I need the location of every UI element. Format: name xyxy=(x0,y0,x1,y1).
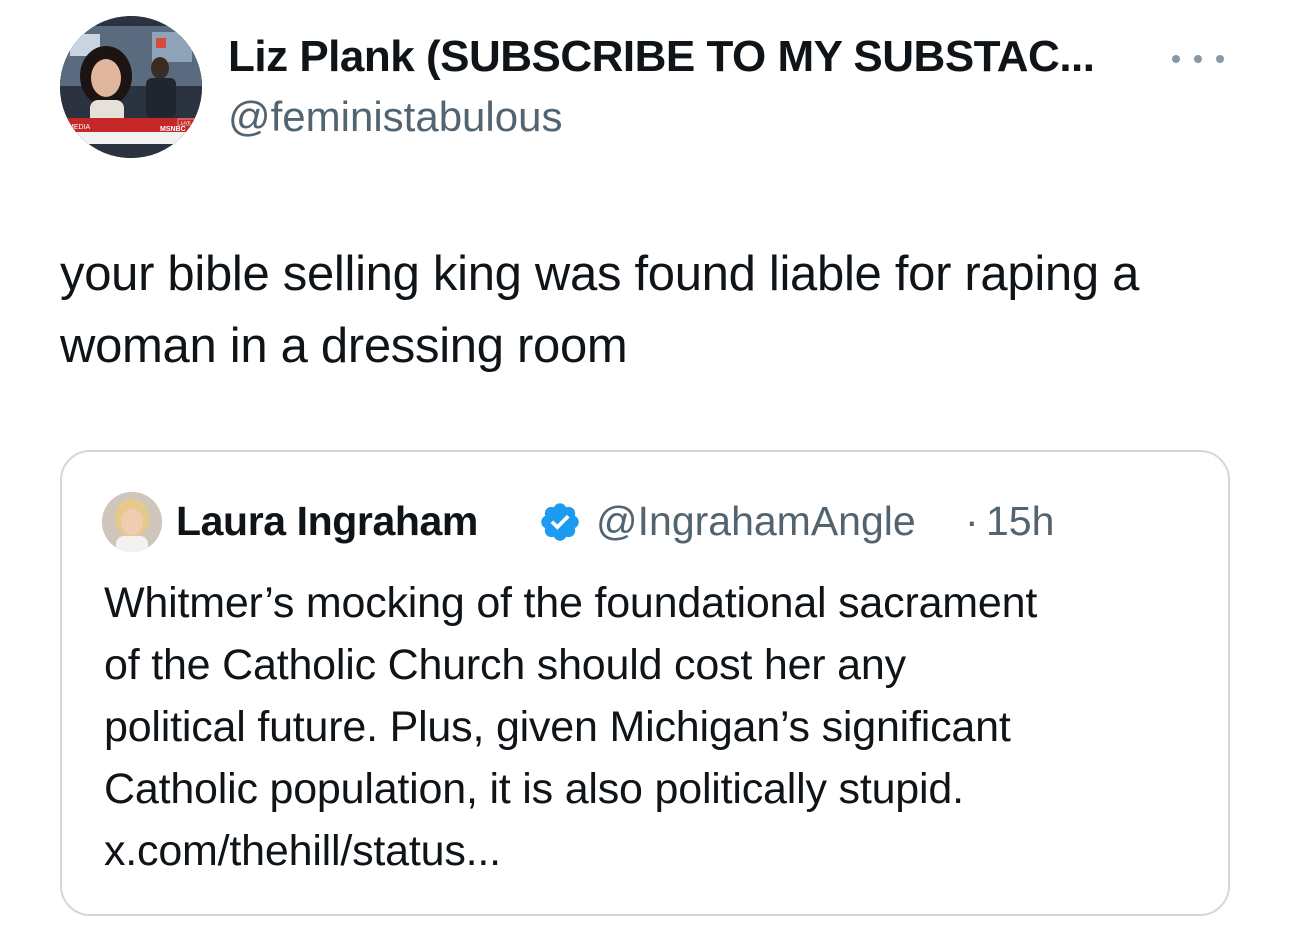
quoted-author-avatar[interactable] xyxy=(102,492,162,552)
quoted-text-line: Whitmer’s mocking of the foundational sa… xyxy=(104,579,1038,627)
author-avatar-image: MEDIA LIVE MSNBC xyxy=(60,16,202,158)
more-dot xyxy=(1216,55,1224,63)
more-dot xyxy=(1172,55,1180,63)
avatar-chyron-label: MEDIA xyxy=(68,124,91,131)
quoted-text-line: of the Catholic Church should cost her a… xyxy=(104,641,906,689)
meta-separator: · xyxy=(965,498,979,544)
author-display-name[interactable]: Liz Plank (SUBSCRIBE TO MY SUBSTAC... xyxy=(228,32,1095,82)
avatar-live-label: LIVE xyxy=(181,120,191,125)
quoted-handle[interactable]: @IngrahamAngle xyxy=(596,498,916,545)
avatar-network-label: MSNBC xyxy=(160,126,186,133)
quoted-display-name[interactable]: Laura Ingraham xyxy=(176,498,478,545)
quoted-text-line: Catholic population, it is also politica… xyxy=(104,765,964,813)
more-options-icon[interactable] xyxy=(1170,44,1226,74)
quoted-text-line: political future. Plus, given Michigan’s… xyxy=(104,703,1011,751)
more-dot xyxy=(1194,55,1202,63)
author-handle[interactable]: @feministabulous xyxy=(228,93,562,141)
quoted-timestamp[interactable]: 15h xyxy=(986,498,1054,545)
author-avatar[interactable]: MEDIA LIVE MSNBC xyxy=(60,16,202,158)
tweet-view: MEDIA LIVE MSNBC Liz Plank (SUBSCRIBE TO… xyxy=(0,0,1290,929)
quoted-tweet-card[interactable]: Laura Ingraham @IngrahamAngle · 15h Whit… xyxy=(60,450,1230,916)
tweet-text: your bible selling king was found liable… xyxy=(60,247,1140,373)
quoted-avatar-image xyxy=(102,492,162,552)
quoted-link[interactable]: x.com/thehill/status... xyxy=(104,820,1204,882)
quoted-tweet-text: Whitmer’s mocking of the foundational sa… xyxy=(104,572,1204,882)
verified-badge-icon xyxy=(538,500,582,544)
